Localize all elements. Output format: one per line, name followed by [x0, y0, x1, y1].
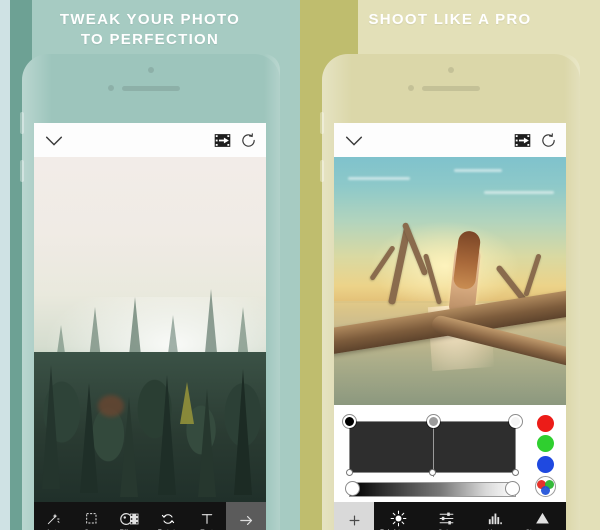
- phone-screen-right: Brightness: [334, 123, 566, 530]
- proximity-sensor-icon: [408, 85, 414, 91]
- phone-frame-left: Auto Crop: [20, 54, 280, 530]
- tree-near-4: [158, 375, 176, 495]
- earpiece-speaker: [122, 86, 180, 91]
- panel-right: SHOOT LIKE A PRO: [300, 0, 600, 530]
- tree-near-6: [234, 369, 252, 495]
- tool-crop[interactable]: Crop: [72, 502, 110, 530]
- screenshot-pair: TWEAK YOUR PHOTO TO PERFECTION SHOOT LIK…: [0, 0, 600, 530]
- effects-icon: [120, 511, 140, 527]
- levels-editor-panel: [334, 405, 566, 505]
- phone-sheen-right-left: [264, 54, 280, 530]
- yellow-tree: [180, 382, 194, 424]
- phone-screen-left: Auto Crop: [34, 123, 266, 530]
- volume-up-button[interactable]: [320, 112, 324, 134]
- photo-beach: [334, 157, 566, 405]
- crop-icon: [84, 511, 100, 527]
- front-camera-icon: [448, 67, 454, 73]
- headline-right-line1: SHOOT LIKE A PRO: [368, 11, 532, 28]
- levels-graph[interactable]: [343, 415, 522, 477]
- wheel-blue-lobe: [540, 485, 550, 495]
- brightness-icon: [390, 510, 407, 527]
- undo-icon[interactable]: [240, 132, 257, 149]
- editor-topbar-right: [334, 123, 566, 157]
- tool-sharpness[interactable]: Sharpness: [518, 502, 566, 530]
- panel-left: TWEAK YOUR PHOTO TO PERFECTION: [0, 0, 300, 530]
- sliders-icon: [438, 510, 455, 527]
- volume-up-button[interactable]: [20, 112, 24, 134]
- gradient-handle-left[interactable]: [345, 481, 360, 496]
- tree-near-5: [198, 389, 216, 497]
- tool-effects[interactable]: Effects: [111, 502, 149, 530]
- arrow-right-icon: [238, 512, 255, 530]
- tool-color[interactable]: Color: [422, 502, 470, 530]
- panel-left-edge-light: [0, 0, 10, 530]
- tree-near-2: [80, 383, 98, 493]
- photo-forest: [34, 157, 266, 502]
- levels-editor-row: [342, 414, 558, 499]
- black-point-handle[interactable]: [343, 415, 356, 428]
- tool-rotate[interactable]: Rotate: [149, 502, 187, 530]
- phone-sheen-right-right: [564, 54, 580, 530]
- headline-left: TWEAK YOUR PHOTO TO PERFECTION: [0, 10, 300, 50]
- forest-canopy: [34, 352, 266, 502]
- output-handle-center[interactable]: [428, 469, 436, 476]
- output-handle-left[interactable]: [346, 469, 353, 476]
- next-step-button[interactable]: [226, 502, 266, 530]
- text-icon: [199, 511, 215, 527]
- volume-down-button[interactable]: [20, 160, 24, 182]
- plus-icon: [347, 513, 362, 530]
- tool-hue[interactable]: Hue: [470, 502, 518, 530]
- proximity-sensor-icon: [108, 85, 114, 91]
- headline-right: SHOOT LIKE A PRO: [300, 10, 600, 30]
- tree-near-1: [42, 365, 60, 489]
- channel-swatches: [532, 414, 558, 499]
- front-camera-icon: [148, 67, 154, 73]
- cloud-3: [484, 191, 554, 194]
- tree-near-3: [120, 397, 138, 497]
- white-point-handle[interactable]: [509, 415, 522, 428]
- headline-left-line1: TWEAK YOUR PHOTO: [59, 11, 241, 28]
- cloud-1: [348, 177, 410, 180]
- rgb-wheel-icon[interactable]: [534, 475, 556, 497]
- headline-left-line2: TO PERFECTION: [80, 31, 220, 48]
- check-icon[interactable]: [343, 129, 365, 151]
- add-adjustment-button[interactable]: [334, 502, 374, 530]
- cloud-2: [454, 169, 502, 172]
- phone-frame-right: Brightness: [320, 54, 580, 530]
- blue-channel-swatch[interactable]: [536, 455, 554, 473]
- levels-graph-column: [342, 414, 523, 499]
- mid-point-handle[interactable]: [426, 415, 440, 428]
- filmstrip-icon[interactable]: [214, 132, 231, 149]
- check-icon[interactable]: [43, 129, 65, 151]
- red-channel-swatch[interactable]: [536, 415, 554, 432]
- gradient-handle-right[interactable]: [505, 481, 520, 496]
- edit-toolbar-right: Brightness: [334, 502, 566, 530]
- tone-gradient-slider[interactable]: [345, 481, 520, 497]
- undo-icon[interactable]: [540, 132, 557, 149]
- green-channel-swatch[interactable]: [536, 435, 554, 453]
- edit-toolbar-left: Auto Crop: [34, 502, 266, 530]
- triangle-icon: [534, 510, 551, 527]
- rotate-icon: [160, 511, 176, 527]
- magic-wand-icon: [45, 511, 61, 527]
- tool-text[interactable]: Text: [188, 502, 226, 530]
- tool-brightness[interactable]: Brightness: [374, 502, 422, 530]
- bars-icon: [486, 510, 503, 527]
- earpiece-speaker: [422, 86, 480, 91]
- filmstrip-icon[interactable]: [514, 132, 531, 149]
- editor-topbar-left: [34, 123, 266, 157]
- volume-down-button[interactable]: [320, 160, 324, 182]
- tool-auto[interactable]: Auto: [34, 502, 72, 530]
- output-handle-right[interactable]: [512, 469, 519, 476]
